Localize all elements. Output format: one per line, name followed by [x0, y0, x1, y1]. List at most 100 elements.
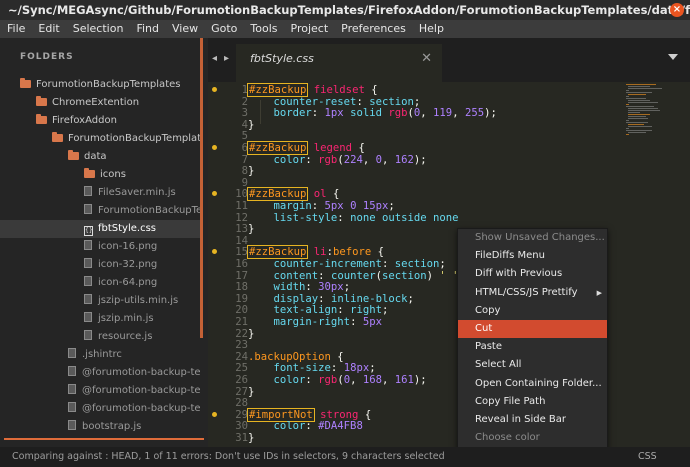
tab-fbtstyle-css[interactable]: fbtStyle.css ✕: [236, 44, 442, 82]
token: #zzBackup: [246, 187, 309, 202]
menu-tools[interactable]: Tools: [243, 20, 283, 38]
line-number: 25: [235, 362, 248, 375]
sidebar-item-label: icon-16.png: [98, 241, 158, 252]
sidebar-scrollbar[interactable]: [200, 38, 203, 338]
context-menu-item-open-containing-folder[interactable]: Open Containing Folder...: [458, 375, 607, 393]
sidebar-item[interactable]: icon-32.png: [0, 256, 200, 274]
context-menu: Show Unsaved Changes... FileDiffs Menu Dif…: [457, 228, 608, 467]
sidebar-item[interactable]: FileSaver.min.js: [0, 184, 200, 202]
sidebar-item[interactable]: icon-16.png: [0, 238, 200, 256]
sidebar-item[interactable]: bootstrap.js: [0, 418, 200, 436]
menu-project[interactable]: Project: [284, 20, 335, 38]
minimap-line: [626, 104, 629, 105]
code-text: margin: 5px 0 15px;: [248, 200, 395, 212]
line-number: 12: [235, 211, 248, 224]
minimap-line: [626, 106, 654, 107]
context-menu-item-html-css-js-prettify[interactable]: HTML/CSS/JS Prettify ▶: [458, 284, 607, 302]
folder-icon: [36, 96, 47, 106]
sidebar-item[interactable]: data: [0, 148, 200, 166]
sidebar-item-label: icons: [100, 169, 126, 180]
sidebar-horizontal-scrollbar[interactable]: [4, 438, 204, 440]
sidebar-item[interactable]: ForumotionBackupTemplates: [0, 76, 200, 94]
menu-edit[interactable]: Edit: [31, 20, 65, 38]
sidebar-item[interactable]: @forumotion-backup-tem: [0, 400, 200, 418]
tab-list-dropdown-icon[interactable]: [668, 54, 678, 60]
sidebar-item[interactable]: @forumotion-backup-tem: [0, 364, 200, 382]
code-line: 9: [208, 177, 620, 189]
token: ;: [439, 258, 446, 270]
file-icon: [84, 204, 92, 214]
line-number: 15: [235, 246, 248, 259]
code-text: counter-reset: section;: [248, 96, 421, 108]
code-line: 10 #zzBackup ol {: [208, 187, 620, 202]
minimap-line: [628, 102, 658, 103]
code-text: #zzBackup ol {: [246, 187, 339, 202]
sidebar-item-label: jszip-utils.min.js: [98, 295, 179, 306]
sidebar-item[interactable]: @forumotion-backup-tem: [0, 382, 200, 400]
token: width: [248, 281, 306, 294]
token: {: [364, 84, 378, 96]
token: {: [330, 350, 344, 363]
sidebar-item[interactable]: FirefoxAddon: [0, 112, 200, 130]
line-number: 26: [235, 374, 248, 386]
minimap[interactable]: [620, 82, 690, 447]
menu-find[interactable]: Find: [129, 20, 165, 38]
sidebar-item-label: icon-64.png: [98, 277, 158, 288]
window-close-button[interactable]: ×: [670, 3, 684, 17]
context-menu-item-reveal-in-side-bar[interactable]: Reveal in Side Bar: [458, 411, 607, 429]
tab-scroll-right-icon[interactable]: ▸: [224, 53, 229, 64]
sidebar-item[interactable]: icon-64.png: [0, 274, 200, 292]
menu-help[interactable]: Help: [412, 20, 450, 38]
context-menu-item-paste[interactable]: Paste: [458, 338, 607, 356]
context-menu-item-label: Copy: [475, 304, 501, 316]
token: :: [305, 153, 319, 166]
sidebar-item[interactable]: icons: [0, 166, 200, 184]
context-menu-item-filediffs-menu[interactable]: FileDiffs Menu: [458, 247, 607, 265]
sidebar-item[interactable]: ForumotionBackupTem: [0, 202, 200, 220]
sidebar-item[interactable]: jszip.min.js: [0, 310, 200, 328]
close-icon[interactable]: ✕: [421, 44, 432, 74]
token: :: [311, 200, 325, 212]
token: 119: [433, 107, 453, 120]
code-text: }: [248, 328, 254, 340]
code-text: .backupOption {: [248, 351, 344, 363]
token: 161: [394, 374, 414, 386]
sidebar-item[interactable]: resource.js: [0, 328, 200, 346]
code-line: 11 margin: 5px 0 15px;: [208, 200, 620, 212]
menu-goto[interactable]: Goto: [204, 20, 243, 38]
syntax-selector[interactable]: CSS: [638, 447, 657, 467]
code-line: 4}: [208, 119, 620, 131]
menu-selection[interactable]: Selection: [66, 20, 130, 38]
minimap-line: [626, 134, 629, 135]
file-icon: [84, 276, 92, 286]
menu-file[interactable]: File: [0, 20, 31, 38]
error-marker-icon: [212, 145, 217, 150]
context-menu-item-label: Choose color: [475, 432, 540, 444]
context-menu-item-label: Show Unsaved Changes...: [475, 232, 605, 243]
tab-scroll-left-icon[interactable]: ◂: [212, 53, 217, 64]
minimap-line: [628, 116, 646, 117]
sidebar-item[interactable]: {} fbtStyle.css: [0, 220, 200, 238]
token: 15px: [362, 200, 389, 212]
sidebar-item[interactable]: .jshintrc: [0, 346, 200, 364]
context-menu-item-cut[interactable]: Cut: [458, 319, 607, 339]
sidebar-item[interactable]: jszip-utils.min.js: [0, 292, 200, 310]
context-menu-item-copy-file-path[interactable]: Copy File Path: [458, 393, 607, 411]
token: 224: [343, 153, 363, 166]
menu-view[interactable]: View: [165, 20, 204, 38]
token: }: [248, 327, 255, 340]
sidebar-item[interactable]: ChromeExtention: [0, 94, 200, 112]
token: section: [381, 269, 427, 282]
menu-preferences[interactable]: Preferences: [334, 20, 412, 38]
context-menu-item-diff-with-previous[interactable]: Diff with Previous: [458, 265, 607, 283]
line-number: 20: [235, 304, 248, 317]
line-number: 18: [235, 281, 248, 294]
sidebar: FOLDERS ForumotionBackupTemplates ChromeE…: [0, 38, 208, 447]
token: :: [305, 420, 319, 433]
context-menu-item-copy[interactable]: Copy: [458, 302, 607, 320]
context-menu-item-select-all[interactable]: Select All: [458, 356, 607, 374]
folder-icon: [68, 150, 79, 160]
minimap-line: [628, 110, 660, 111]
sidebar-item[interactable]: ForumotionBackupTemplates: [0, 130, 200, 148]
sidebar-item-label: .jshintrc: [82, 349, 122, 360]
